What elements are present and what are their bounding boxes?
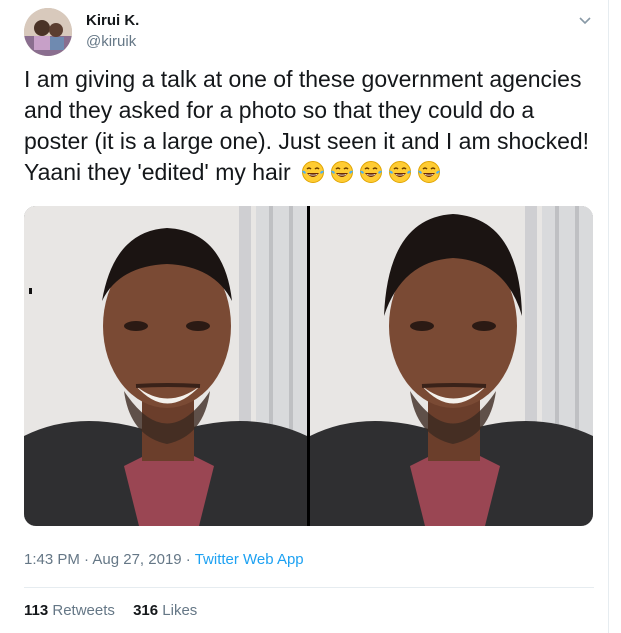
user-handle[interactable]: @kiruik bbox=[86, 33, 136, 50]
tweet-date[interactable]: Aug 27, 2019 bbox=[92, 551, 181, 568]
retweets-count: 113 bbox=[24, 602, 49, 619]
retweets-label: Retweets bbox=[52, 602, 115, 619]
likes-label: Likes bbox=[162, 602, 198, 619]
tweet-meta: 1:43 PM · Aug 27, 2019 · Twitter Web App bbox=[24, 551, 304, 568]
likes-stat[interactable]: 316 Likes bbox=[133, 602, 197, 619]
face-with-tears-of-joy-icon bbox=[387, 160, 413, 184]
source-app-link[interactable]: Twitter Web App bbox=[195, 551, 304, 568]
media-grid bbox=[24, 206, 593, 526]
tweet-stats: 113 Retweets 316 Likes bbox=[24, 602, 211, 619]
face-with-tears-of-joy-icon bbox=[329, 160, 355, 184]
emoji-group bbox=[297, 159, 442, 185]
retweets-stat[interactable]: 113 Retweets bbox=[24, 602, 115, 619]
display-name[interactable]: Kirui K. bbox=[86, 12, 139, 29]
tweet-time[interactable]: 1:43 PM bbox=[24, 551, 80, 568]
avatar[interactable] bbox=[24, 8, 72, 56]
face-with-tears-of-joy-icon bbox=[300, 160, 326, 184]
likes-count: 316 bbox=[133, 602, 159, 619]
image-marker bbox=[29, 288, 32, 294]
tweet-card[interactable]: Kirui K. @kiruik I am giving a talk at o… bbox=[0, 0, 609, 633]
meta-separator: · bbox=[79, 551, 93, 568]
divider bbox=[24, 587, 594, 588]
photo-original[interactable] bbox=[24, 206, 307, 526]
face-with-tears-of-joy-icon bbox=[358, 160, 384, 184]
face-with-tears-of-joy-icon bbox=[416, 160, 442, 184]
chevron-down-icon[interactable] bbox=[576, 12, 594, 30]
tweet-header: Kirui K. @kiruik bbox=[24, 8, 604, 56]
meta-separator: · bbox=[181, 551, 195, 568]
photo-edited[interactable] bbox=[310, 206, 593, 526]
tweet-text: I am giving a talk at one of these gover… bbox=[24, 64, 599, 188]
